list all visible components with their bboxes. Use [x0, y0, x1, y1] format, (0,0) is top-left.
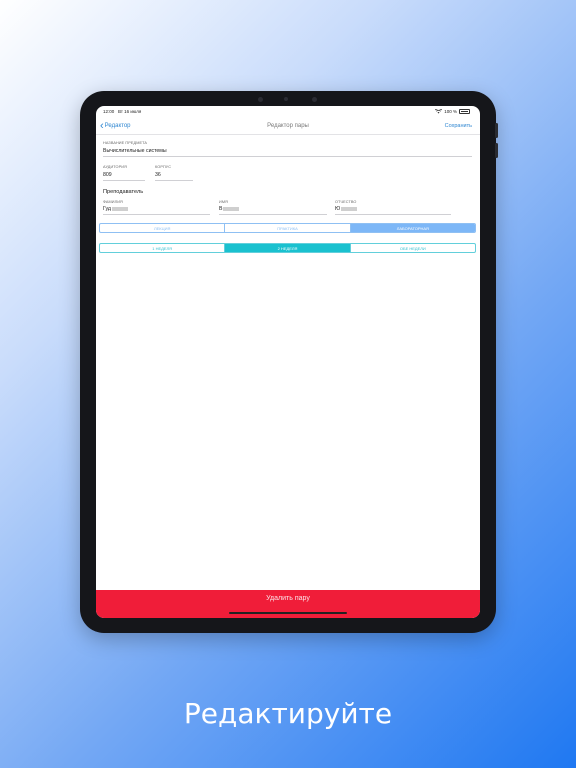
- volume-button-up: [495, 123, 498, 138]
- subject-field[interactable]: Вычислительные системы: [103, 148, 167, 154]
- status-date: Вт 16 июля: [118, 109, 142, 114]
- building-underline: [155, 180, 193, 181]
- sensor-dot: [312, 97, 317, 102]
- navigation-bar: ‹ Редактор Редактор пары Сохранить: [96, 120, 480, 135]
- building-label: КОРПУС: [155, 165, 172, 169]
- camera-lens: [284, 97, 288, 101]
- patronymic-value: Ю: [335, 206, 341, 212]
- room-field[interactable]: 809: [103, 172, 112, 178]
- promo-caption: Редактируйте: [183, 697, 393, 730]
- name-value: В: [219, 206, 223, 212]
- room-label: АУДИТОРИЯ: [103, 165, 127, 169]
- subject-label: НАЗВАНИЕ ПРЕДМЕТА: [103, 141, 148, 145]
- subject-underline: [103, 156, 472, 157]
- delete-label: Удалить пару: [266, 595, 310, 602]
- patronymic-label: ОТЧЕСТВО: [335, 200, 357, 204]
- name-label: ИМЯ: [219, 200, 228, 204]
- battery-percent: 100 %: [444, 109, 457, 114]
- segment-lab[interactable]: ЛАБОРАТОРНАЯ: [350, 224, 475, 232]
- wifi-icon: [435, 109, 443, 114]
- teacher-section-title: Преподаватель: [103, 189, 144, 195]
- surname-value: Гуд: [103, 206, 111, 212]
- status-right: 100 %: [435, 109, 470, 114]
- lesson-type-segmented-control: ЛЕКЦИЯ ПРАКТИКА ЛАБОРАТОРНАЯ: [99, 223, 476, 233]
- volume-button-down: [495, 143, 498, 158]
- patronymic-underline: [335, 214, 451, 215]
- save-button[interactable]: Сохранить: [445, 123, 472, 129]
- patronymic-field[interactable]: Ю: [335, 206, 358, 212]
- segment-practice[interactable]: ПРАКТИКА: [225, 224, 351, 232]
- surname-label: ФАМИЛИЯ: [103, 200, 123, 204]
- status-time: 12:00: [103, 109, 115, 114]
- home-indicator: [229, 612, 347, 614]
- camera-dot: [258, 97, 263, 102]
- building-field[interactable]: 36: [155, 172, 161, 178]
- segment-week-1[interactable]: 1 НЕДЕЛЯ: [100, 244, 226, 252]
- surname-field[interactable]: Гуд: [103, 206, 128, 212]
- redacted-block: [111, 206, 128, 211]
- surname-underline: [103, 214, 210, 215]
- redacted-block: [341, 206, 358, 211]
- segment-both-weeks[interactable]: ОБЕ НЕДЕЛИ: [351, 244, 475, 252]
- name-field[interactable]: В: [219, 206, 240, 212]
- page-title: Редактор пары: [267, 123, 309, 129]
- name-underline: [219, 214, 327, 215]
- room-underline: [103, 180, 145, 181]
- app-screen: 12:00 Вт 16 июля 100 % ‹ Редактор Редакт…: [96, 106, 480, 618]
- week-segmented-control: 1 НЕДЕЛЯ 2 НЕДЕЛЯ ОБЕ НЕДЕЛИ: [99, 243, 476, 253]
- status-bar: 12:00 Вт 16 июля 100 %: [96, 109, 480, 117]
- battery-icon: [459, 109, 470, 114]
- segment-week-2[interactable]: 2 НЕДЕЛЯ: [225, 244, 351, 252]
- redacted-block: [223, 206, 240, 211]
- segment-lecture[interactable]: ЛЕКЦИЯ: [100, 224, 226, 232]
